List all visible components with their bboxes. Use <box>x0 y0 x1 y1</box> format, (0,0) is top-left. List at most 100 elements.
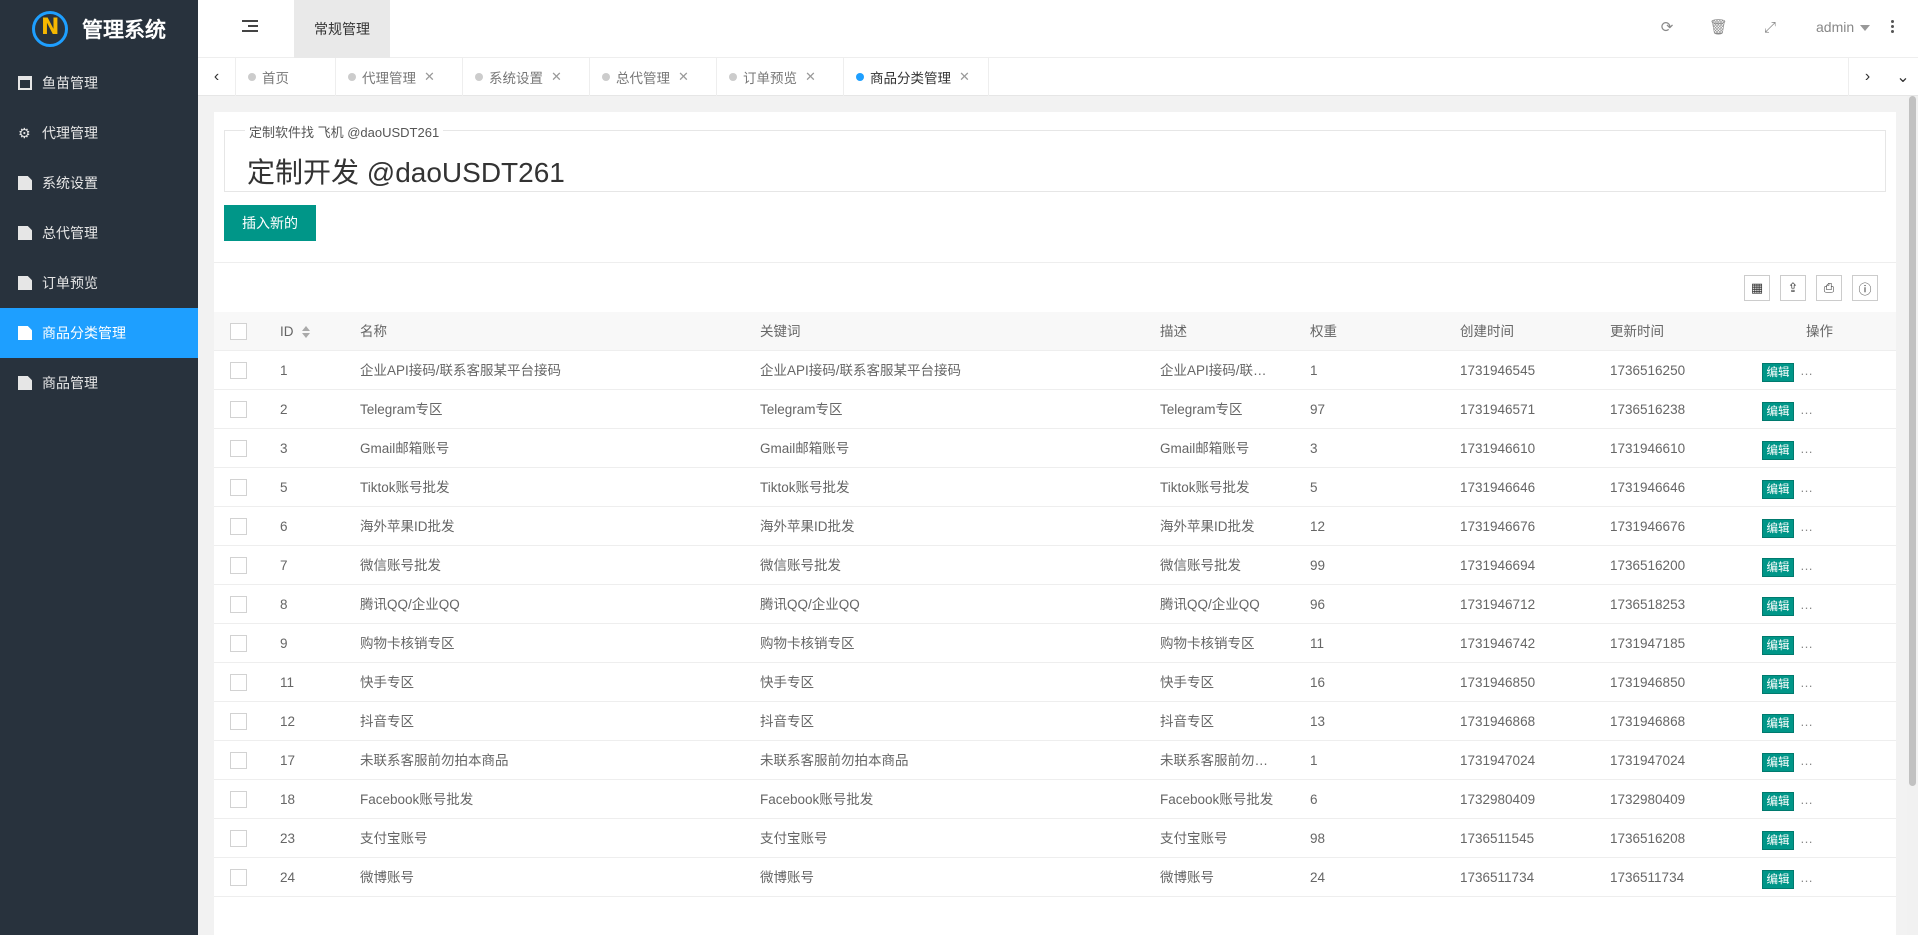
edit-button[interactable]: 编辑 <box>1762 753 1794 772</box>
row-more-icon[interactable]: … <box>1800 585 1813 624</box>
tab-category-management[interactable]: 商品分类管理 ✕ <box>844 58 989 96</box>
row-more-icon[interactable]: … <box>1800 468 1813 507</box>
select-all-checkbox[interactable] <box>230 323 247 340</box>
row-more-icon[interactable]: … <box>1800 780 1813 819</box>
edit-button[interactable]: 编辑 <box>1762 714 1794 733</box>
sidebar-item-agent-management[interactable]: ⚙ 代理管理 <box>0 108 198 158</box>
tab-home[interactable]: 首页 <box>236 58 336 96</box>
edit-button[interactable]: 编辑 <box>1762 831 1794 850</box>
row-checkbox[interactable] <box>230 830 247 847</box>
fullscreen-icon[interactable]: ⤢ <box>1761 19 1779 37</box>
tab-agent-management[interactable]: 代理管理 ✕ <box>336 58 463 96</box>
table-row[interactable]: 24 微博账号 微博账号 微博账号 24 1736511734 1736511734 编辑… <box>214 858 1896 897</box>
sidebar-item-general-agent[interactable]: 总代管理 <box>0 208 198 258</box>
close-icon[interactable]: ✕ <box>551 69 562 85</box>
more-icon[interactable] <box>1891 20 1895 35</box>
menu-toggle-icon[interactable] <box>242 20 258 34</box>
row-more-icon[interactable]: … <box>1800 624 1813 663</box>
row-checkbox[interactable] <box>230 401 247 418</box>
divider <box>214 262 1896 263</box>
table-row[interactable]: 7 微信账号批发 微信账号批发 微信账号批发 99 1731946694 173651620… <box>214 546 1896 585</box>
row-checkbox[interactable] <box>230 557 247 574</box>
table-row[interactable]: 23 支付宝账号 支付宝账号 支付宝账号 98 1736511545 1736516208 编… <box>214 819 1896 858</box>
print-icon[interactable]: ⎙ <box>1816 275 1842 301</box>
row-checkbox[interactable] <box>230 362 247 379</box>
export-icon[interactable]: ⇪ <box>1780 275 1806 301</box>
row-more-icon[interactable]: … <box>1800 507 1813 546</box>
sidebar-item-fry-management[interactable]: 鱼苗管理 <box>0 58 198 108</box>
row-more-icon[interactable]: … <box>1800 741 1813 780</box>
row-more-icon[interactable]: … <box>1800 819 1813 858</box>
insert-new-button[interactable]: 插入新的 <box>224 205 316 241</box>
close-icon[interactable]: ✕ <box>959 69 970 85</box>
sidebar-item-category-management[interactable]: 商品分类管理 <box>0 308 198 358</box>
table-row[interactable]: 9 购物卡核销专区 购物卡核销专区 购物卡核销专区 11 1731946742 173194… <box>214 624 1896 663</box>
row-more-icon[interactable]: … <box>1800 351 1813 390</box>
row-checkbox[interactable] <box>230 791 247 808</box>
edit-button[interactable]: 编辑 <box>1762 558 1794 577</box>
columns-filter-icon[interactable]: ▦ <box>1744 275 1770 301</box>
close-icon[interactable]: ✕ <box>678 69 689 85</box>
edit-button[interactable]: 编辑 <box>1762 480 1794 499</box>
sidebar-item-product-management[interactable]: 商品管理 <box>0 358 198 408</box>
tab-general-agent[interactable]: 总代管理 ✕ <box>590 58 717 96</box>
row-checkbox[interactable] <box>230 713 247 730</box>
close-icon[interactable]: ✕ <box>805 69 816 85</box>
close-icon[interactable]: ✕ <box>424 69 435 85</box>
sort-icon[interactable] <box>301 326 310 339</box>
tabs-dropdown-icon[interactable]: ⌄ <box>1884 58 1918 96</box>
row-checkbox[interactable] <box>230 479 247 496</box>
row-more-icon[interactable]: … <box>1800 429 1813 468</box>
info-icon[interactable]: ⓘ <box>1852 275 1878 301</box>
table-row[interactable]: 8 腾讯QQ/企业QQ 腾讯QQ/企业QQ 腾讯QQ/企业QQ 96 1731946712… <box>214 585 1896 624</box>
edit-button[interactable]: 编辑 <box>1762 402 1794 421</box>
table-row[interactable]: 17 未联系客服前勿拍本商品 未联系客服前勿拍本商品 未联系客服前勿… 1 1731947… <box>214 741 1896 780</box>
table-row[interactable]: 11 快手专区 快手专区 快手专区 16 1731946850 1731946850 编辑… <box>214 663 1896 702</box>
app-logo[interactable]: 管理系统 <box>0 0 198 58</box>
edit-button[interactable]: 编辑 <box>1762 792 1794 811</box>
refresh-icon[interactable]: ⟳ <box>1658 19 1676 37</box>
row-more-icon[interactable]: … <box>1800 702 1813 741</box>
tab-system-settings[interactable]: 系统设置 ✕ <box>463 58 590 96</box>
sidebar-item-order-preview[interactable]: 订单预览 <box>0 258 198 308</box>
row-more-icon[interactable]: … <box>1800 663 1813 702</box>
trash-icon[interactable]: 🗑 <box>1709 19 1728 37</box>
row-checkbox[interactable] <box>230 869 247 886</box>
table-row[interactable]: 5 Tiktok账号批发 Tiktok账号批发 Tiktok账号批发 5 17319466… <box>214 468 1896 507</box>
edit-button[interactable]: 编辑 <box>1762 675 1794 694</box>
table-row[interactable]: 12 抖音专区 抖音专区 抖音专区 13 1731946868 1731946868 编辑… <box>214 702 1896 741</box>
table-row[interactable]: 18 Facebook账号批发 Facebook账号批发 Facebook账号批发 6 1… <box>214 780 1896 819</box>
column-header-id[interactable]: ID <box>280 312 340 351</box>
row-checkbox[interactable] <box>230 635 247 652</box>
top-nav-tab[interactable]: 常规管理 <box>294 0 390 58</box>
row-more-icon[interactable]: … <box>1800 390 1813 429</box>
tabs-scroll-left-icon[interactable]: ‹ <box>198 58 236 96</box>
row-checkbox[interactable] <box>230 674 247 691</box>
row-more-icon[interactable]: … <box>1800 858 1813 897</box>
user-menu[interactable]: admin <box>1816 19 1871 35</box>
cell-name: Tiktok账号批发 <box>360 480 450 495</box>
edit-button[interactable]: 编辑 <box>1762 597 1794 616</box>
row-checkbox[interactable] <box>230 518 247 535</box>
table-row[interactable]: 1 企业API接码/联系客服某平台接码 企业API接码/联系客服某平台接码 企业API… <box>214 351 1896 390</box>
table-row[interactable]: 2 Telegram专区 Telegram专区 Telegram专区 97 1731946… <box>214 390 1896 429</box>
row-checkbox[interactable] <box>230 752 247 769</box>
edit-button[interactable]: 编辑 <box>1762 363 1794 382</box>
tabs-scroll-right-icon[interactable]: › <box>1848 58 1886 96</box>
cell-updated: 1731946850 <box>1610 675 1686 690</box>
row-checkbox[interactable] <box>230 440 247 457</box>
edit-button[interactable]: 编辑 <box>1762 441 1794 460</box>
row-more-icon[interactable]: … <box>1800 546 1813 585</box>
edit-button[interactable]: 编辑 <box>1762 636 1794 655</box>
sidebar-item-system-settings[interactable]: 系统设置 <box>0 158 198 208</box>
row-checkbox[interactable] <box>230 596 247 613</box>
cell-keyword: Telegram专区 <box>760 402 843 417</box>
table-row[interactable]: 3 Gmail邮箱账号 Gmail邮箱账号 Gmail邮箱账号 3 1731946610 1… <box>214 429 1896 468</box>
edit-button[interactable]: 编辑 <box>1762 519 1794 538</box>
edit-button[interactable]: 编辑 <box>1762 870 1794 889</box>
scrollbar-thumb[interactable] <box>1909 96 1916 786</box>
cell-name: 抖音专区 <box>360 714 414 729</box>
scrollbar[interactable] <box>1907 96 1918 935</box>
table-row[interactable]: 6 海外苹果ID批发 海外苹果ID批发 海外苹果ID批发 12 1731946676 173… <box>214 507 1896 546</box>
tab-order-preview[interactable]: 订单预览 ✕ <box>717 58 844 96</box>
